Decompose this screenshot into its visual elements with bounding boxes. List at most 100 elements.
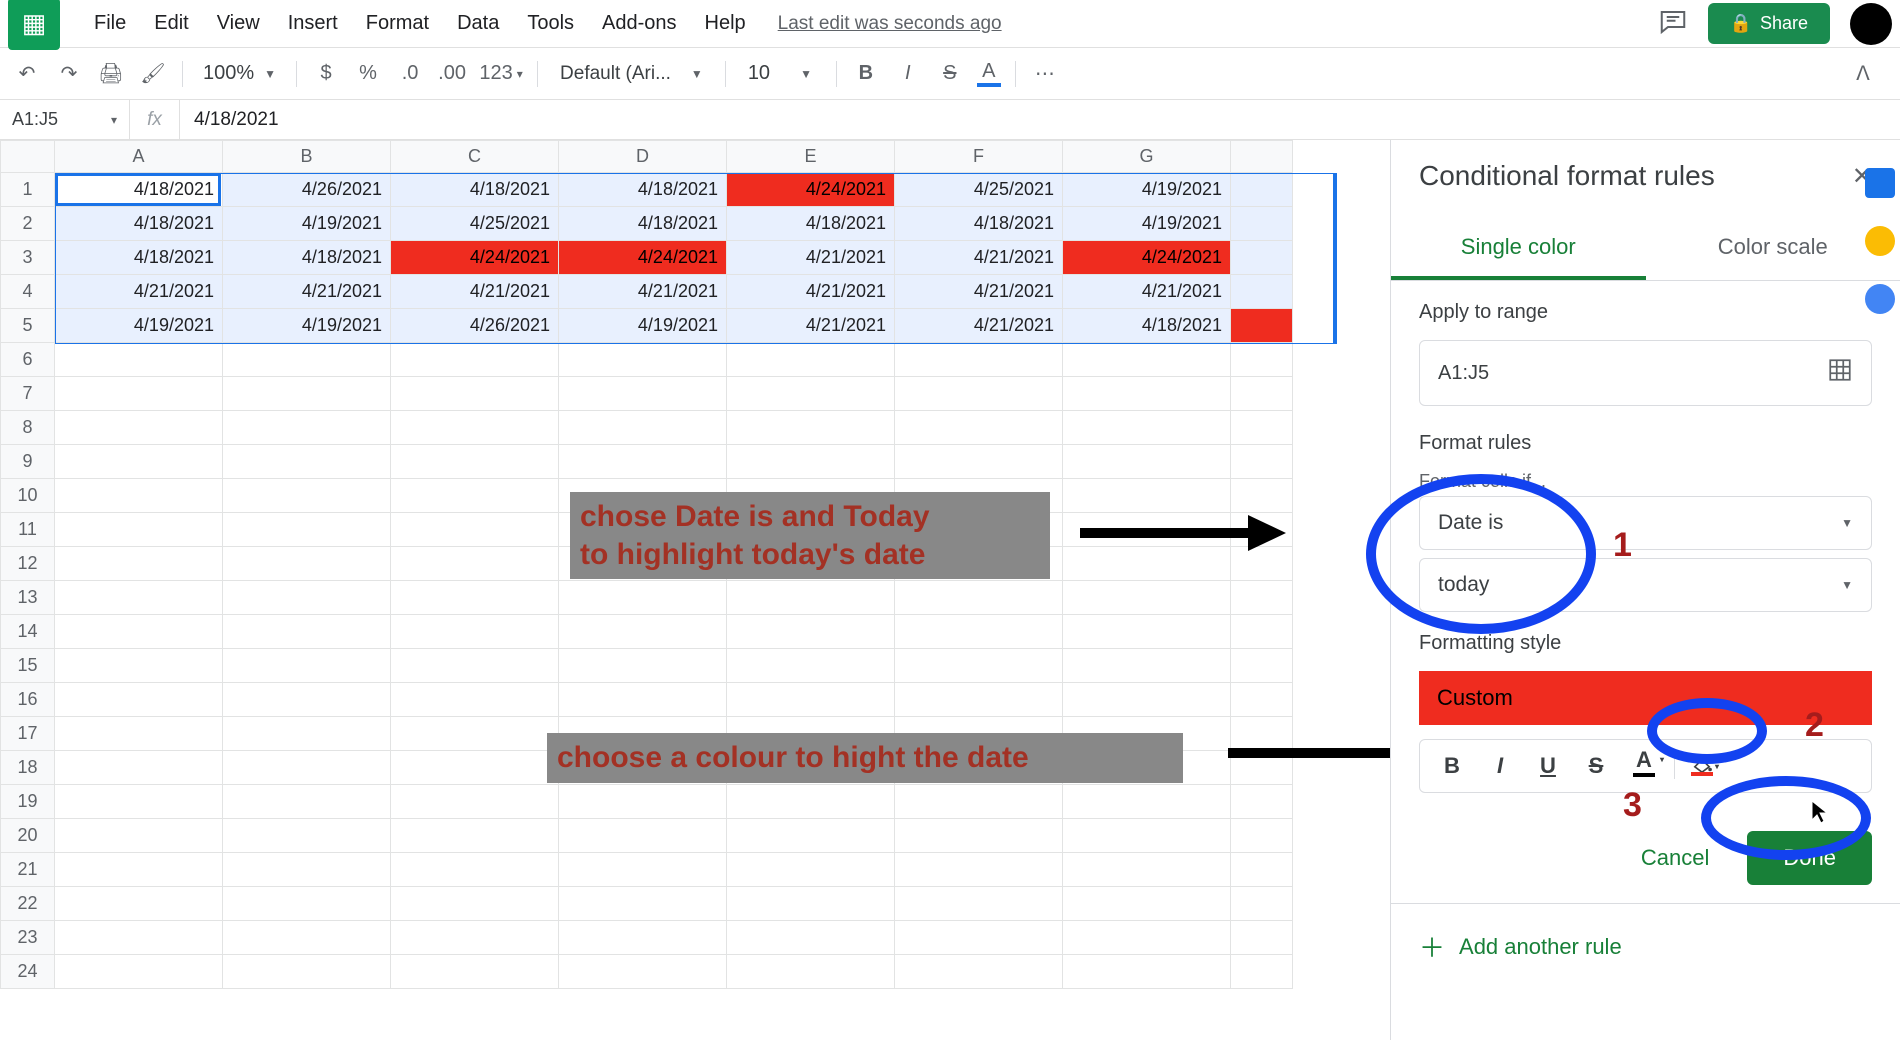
cell[interactable]	[1063, 445, 1231, 479]
menu-file[interactable]: File	[80, 6, 140, 41]
menu-tools[interactable]: Tools	[513, 6, 588, 41]
column-header[interactable]: D	[559, 141, 727, 173]
cell[interactable]: 4/19/2021	[223, 207, 391, 241]
row-header[interactable]: 22	[1, 887, 55, 921]
cell[interactable]	[391, 887, 559, 921]
cell[interactable]	[391, 649, 559, 683]
cell[interactable]	[1063, 343, 1231, 377]
tab-single-color[interactable]: Single color	[1391, 218, 1646, 280]
cell[interactable]	[1063, 887, 1231, 921]
row-header[interactable]: 20	[1, 819, 55, 853]
cell[interactable]	[1231, 207, 1293, 241]
cell[interactable]: 4/21/2021	[223, 275, 391, 309]
cell[interactable]	[1231, 853, 1293, 887]
cell[interactable]	[559, 853, 727, 887]
cell[interactable]	[1063, 819, 1231, 853]
cell[interactable]	[727, 411, 895, 445]
cell[interactable]: 4/19/2021	[559, 309, 727, 343]
cell[interactable]	[727, 581, 895, 615]
row-header[interactable]: 5	[1, 309, 55, 343]
cell[interactable]: 4/21/2021	[391, 275, 559, 309]
cell[interactable]	[391, 683, 559, 717]
cell[interactable]	[55, 445, 223, 479]
row-header[interactable]: 17	[1, 717, 55, 751]
cell[interactable]: 4/18/2021	[559, 173, 727, 207]
cell[interactable]	[1231, 479, 1293, 513]
column-header[interactable]	[1231, 141, 1293, 173]
style-italic-button[interactable]: I	[1476, 746, 1524, 786]
cell[interactable]	[391, 445, 559, 479]
cell[interactable]	[391, 513, 559, 547]
cell[interactable]	[895, 819, 1063, 853]
cell[interactable]	[559, 343, 727, 377]
redo-button[interactable]: ↷	[50, 55, 88, 93]
cell[interactable]	[727, 649, 895, 683]
increase-decimal-button[interactable]: .00	[433, 55, 471, 93]
style-bold-button[interactable]: B	[1428, 746, 1476, 786]
row-header[interactable]: 7	[1, 377, 55, 411]
cell[interactable]: 4/19/2021	[1063, 173, 1231, 207]
menu-view[interactable]: View	[203, 6, 274, 41]
italic-button[interactable]: I	[889, 55, 927, 93]
cell[interactable]	[895, 785, 1063, 819]
cell[interactable]	[223, 683, 391, 717]
row-header[interactable]: 3	[1, 241, 55, 275]
cell[interactable]	[1063, 479, 1231, 513]
last-edit-link[interactable]: Last edit was seconds ago	[778, 13, 1002, 35]
format-percent-button[interactable]: %	[349, 55, 387, 93]
cell[interactable]	[55, 649, 223, 683]
column-header[interactable]: G	[1063, 141, 1231, 173]
row-header[interactable]: 16	[1, 683, 55, 717]
cell[interactable]: 4/18/2021	[559, 207, 727, 241]
more-formats-dropdown[interactable]: 123▾	[475, 55, 527, 93]
account-avatar[interactable]	[1850, 3, 1892, 45]
cell[interactable]	[895, 343, 1063, 377]
menu-addons[interactable]: Add-ons	[588, 6, 691, 41]
cell[interactable]	[559, 377, 727, 411]
cell[interactable]: 4/18/2021	[55, 241, 223, 275]
cell[interactable]	[223, 343, 391, 377]
cell[interactable]	[559, 785, 727, 819]
cell[interactable]: 4/26/2021	[391, 309, 559, 343]
style-underline-button[interactable]: U	[1524, 746, 1572, 786]
cell[interactable]	[391, 751, 559, 785]
cell[interactable]	[1231, 343, 1293, 377]
undo-button[interactable]: ↶	[8, 55, 46, 93]
cell[interactable]	[391, 615, 559, 649]
cell[interactable]	[55, 853, 223, 887]
cell[interactable]	[1063, 581, 1231, 615]
collapse-toolbar-button[interactable]: ᐱ	[1844, 55, 1882, 93]
cell[interactable]	[727, 445, 895, 479]
cell[interactable]	[223, 513, 391, 547]
cell[interactable]: 4/18/2021	[55, 173, 223, 207]
cell[interactable]	[223, 581, 391, 615]
cell[interactable]	[55, 887, 223, 921]
cell[interactable]	[223, 445, 391, 479]
cell[interactable]	[223, 785, 391, 819]
cell[interactable]: 4/18/2021	[391, 173, 559, 207]
cell[interactable]	[223, 819, 391, 853]
row-header[interactable]: 4	[1, 275, 55, 309]
cell[interactable]	[1231, 649, 1293, 683]
cell[interactable]	[391, 411, 559, 445]
cell[interactable]	[1063, 547, 1231, 581]
row-header[interactable]: 9	[1, 445, 55, 479]
cell[interactable]: 4/24/2021	[1063, 241, 1231, 275]
cell[interactable]	[559, 955, 727, 989]
text-color-button[interactable]: A	[973, 55, 1005, 93]
cell[interactable]	[895, 445, 1063, 479]
cell[interactable]: 4/25/2021	[895, 173, 1063, 207]
row-header[interactable]: 14	[1, 615, 55, 649]
cell[interactable]: 4/19/2021	[1063, 207, 1231, 241]
cell[interactable]	[727, 615, 895, 649]
cell[interactable]: 4/21/2021	[895, 241, 1063, 275]
bold-button[interactable]: B	[847, 55, 885, 93]
cell[interactable]	[223, 411, 391, 445]
cell[interactable]	[895, 581, 1063, 615]
menu-data[interactable]: Data	[443, 6, 513, 41]
menu-format[interactable]: Format	[352, 6, 443, 41]
paint-format-button[interactable]: 🖌	[134, 55, 172, 93]
share-button[interactable]: 🔒 Share	[1708, 3, 1830, 44]
cell[interactable]: 4/24/2021	[727, 173, 895, 207]
column-header[interactable]: F	[895, 141, 1063, 173]
